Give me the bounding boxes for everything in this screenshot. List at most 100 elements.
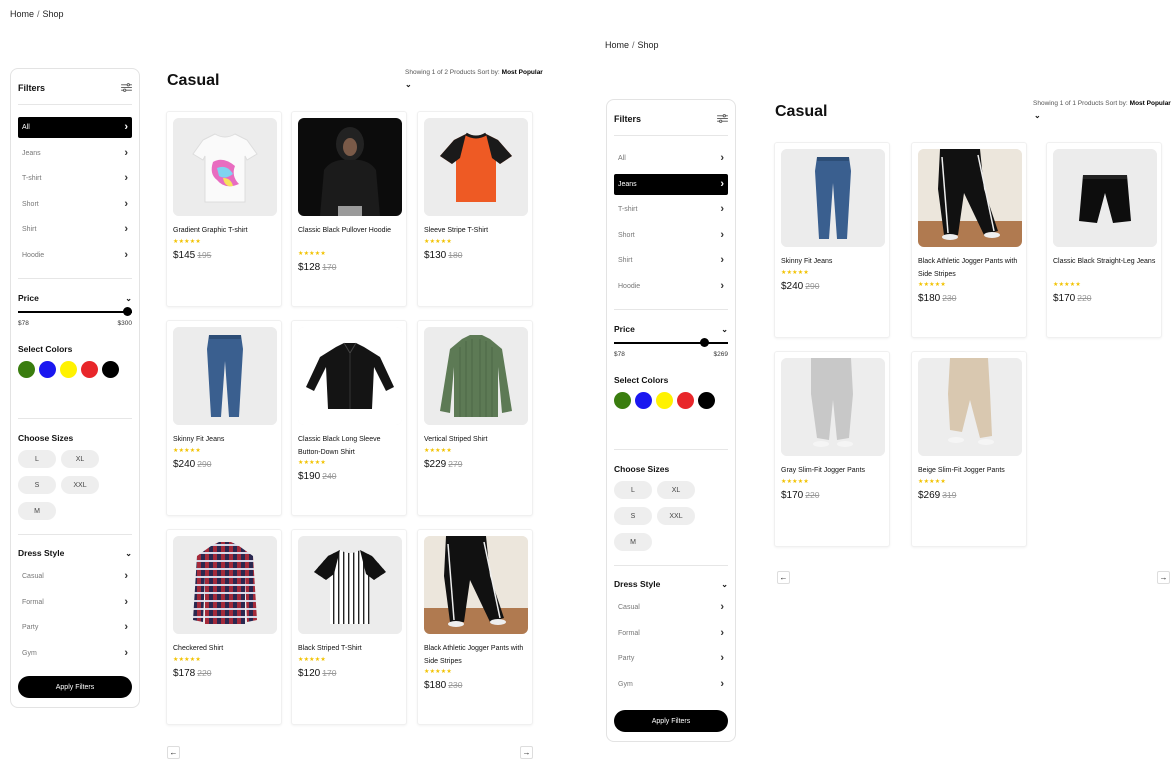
breadcrumb-shop[interactable]: Shop bbox=[638, 40, 659, 50]
dress-style-header[interactable]: Dress Style ⌄ bbox=[614, 577, 728, 591]
price-slider[interactable] bbox=[614, 338, 728, 348]
original-price: 220 bbox=[197, 668, 212, 678]
product-card[interactable]: Gray Slim-Fit Jogger Pants ★★★★★ $170 220 bbox=[774, 351, 890, 547]
size-option-s[interactable]: S bbox=[614, 507, 652, 525]
breadcrumb-home[interactable]: Home bbox=[10, 9, 34, 19]
size-option-xl[interactable]: XL bbox=[657, 481, 695, 499]
color-swatch[interactable] bbox=[60, 361, 77, 378]
product-card[interactable]: Skinny Fit Jeans ★★★★★ $240 290 bbox=[166, 320, 282, 516]
page-title: Casual bbox=[775, 103, 828, 120]
sort-value[interactable]: Most Popular bbox=[1130, 100, 1171, 107]
color-swatch[interactable] bbox=[81, 361, 98, 378]
dress-style-gym[interactable]: Gym › bbox=[614, 674, 728, 695]
results-count-text: Showing 1 of 1 Products Sort by: bbox=[1033, 100, 1128, 107]
size-option-m[interactable]: M bbox=[614, 533, 652, 551]
category-item-hoodie[interactable]: Hoodie › bbox=[18, 245, 132, 266]
category-item-shirt[interactable]: Shirt › bbox=[18, 219, 132, 240]
size-option-m[interactable]: M bbox=[18, 502, 56, 520]
product-card[interactable]: Skinny Fit Jeans ★★★★★ $240 290 bbox=[774, 142, 890, 338]
product-card[interactable]: Vertical Striped Shirt ★★★★★ $229 279 bbox=[417, 320, 533, 516]
category-item-hoodie[interactable]: Hoodie › bbox=[614, 276, 728, 297]
product-card[interactable]: Black Athletic Jogger Pants with Side St… bbox=[417, 529, 533, 725]
black-hoodie-image bbox=[298, 118, 402, 216]
price-slider[interactable] bbox=[18, 307, 132, 317]
dress-style-label: Party bbox=[22, 624, 39, 631]
color-swatch[interactable] bbox=[635, 392, 652, 409]
category-item-jeans[interactable]: Jeans › bbox=[18, 143, 132, 164]
product-price: $269 319 bbox=[918, 490, 956, 501]
dress-style-party[interactable]: Party › bbox=[614, 648, 728, 669]
color-swatch[interactable] bbox=[656, 392, 673, 409]
sort-value[interactable]: Most Popular bbox=[502, 69, 543, 76]
sort-dropdown-icon[interactable]: ⌄ bbox=[405, 80, 412, 89]
slider-thumb[interactable] bbox=[123, 307, 132, 316]
category-item-tshirt[interactable]: T-shirt › bbox=[614, 199, 728, 220]
category-item-all[interactable]: All › bbox=[614, 148, 728, 169]
price-section-header[interactable]: Price ⌄ bbox=[614, 322, 728, 336]
category-item-all[interactable]: All › bbox=[18, 117, 132, 138]
next-page-button[interactable]: → bbox=[1157, 571, 1170, 584]
color-swatch[interactable] bbox=[39, 361, 56, 378]
breadcrumb-shop[interactable]: Shop bbox=[43, 9, 64, 19]
black-joggers-image bbox=[424, 536, 528, 634]
product-name: Black Athletic Jogger Pants with Side St… bbox=[424, 645, 524, 665]
color-swatch[interactable] bbox=[698, 392, 715, 409]
product-card[interactable]: Black Athletic Jogger Pants with Side St… bbox=[911, 142, 1027, 338]
product-price: $170 220 bbox=[781, 490, 819, 501]
prev-page-button[interactable]: ← bbox=[777, 571, 790, 584]
original-price: 319 bbox=[942, 490, 957, 500]
product-card[interactable]: Checkered Shirt ★★★★★ $178 220 bbox=[166, 529, 282, 725]
price-max: $300 bbox=[117, 320, 132, 327]
category-label: Hoodie bbox=[618, 282, 641, 290]
prev-page-button[interactable]: ← bbox=[167, 746, 180, 759]
product-card[interactable]: Classic Black Straight-Leg Jeans ★★★★★ $17… bbox=[1046, 142, 1162, 338]
dress-style-formal[interactable]: Formal › bbox=[614, 623, 728, 644]
product-card[interactable]: Black Striped T-Shirt ★★★★★ $120 170 bbox=[291, 529, 407, 725]
color-swatch[interactable] bbox=[677, 392, 694, 409]
size-option-l[interactable]: L bbox=[18, 450, 56, 468]
product-name: Black Striped T-Shirt bbox=[298, 645, 362, 652]
price-section-header[interactable]: Price ⌄ bbox=[18, 291, 132, 305]
product-price: $180 230 bbox=[918, 293, 956, 304]
chevron-right-icon: › bbox=[720, 601, 724, 613]
chevron-right-icon: › bbox=[720, 652, 724, 664]
product-card[interactable]: Sleeve Stripe T-Shirt ★★★★★ $130 180 bbox=[417, 111, 533, 307]
dress-style-label: Formal bbox=[22, 598, 44, 606]
dress-style-gym[interactable]: Gym › bbox=[18, 643, 132, 664]
dress-style-casual[interactable]: Casual › bbox=[18, 566, 132, 587]
filter-settings-icon[interactable] bbox=[121, 79, 132, 97]
chevron-right-icon: › bbox=[124, 146, 128, 159]
category-item-short[interactable]: Short › bbox=[614, 225, 728, 246]
breadcrumb-home[interactable]: Home bbox=[605, 40, 629, 50]
product-card[interactable]: Beige Slim-Fit Jogger Pants ★★★★★ $269 319 bbox=[911, 351, 1027, 547]
color-swatch[interactable] bbox=[18, 361, 35, 378]
size-option-l[interactable]: L bbox=[614, 481, 652, 499]
dress-style-header[interactable]: Dress Style ⌄ bbox=[18, 546, 132, 560]
dress-style-formal[interactable]: Formal › bbox=[18, 592, 132, 613]
sort-dropdown-icon[interactable]: ⌄ bbox=[1034, 111, 1041, 120]
apply-filters-button[interactable]: Apply Filters bbox=[614, 710, 728, 732]
category-item-tshirt[interactable]: T-shirt › bbox=[18, 168, 132, 189]
chevron-down-icon: ⌄ bbox=[721, 579, 728, 589]
category-item-jeans[interactable]: Jeans › bbox=[614, 173, 728, 195]
color-swatch[interactable] bbox=[614, 392, 631, 409]
next-page-button[interactable]: → bbox=[520, 746, 533, 759]
size-option-xxl[interactable]: XXL bbox=[61, 476, 99, 494]
product-price: $170 220 bbox=[1053, 293, 1091, 304]
category-item-short[interactable]: Short › bbox=[18, 194, 132, 215]
color-swatch[interactable] bbox=[102, 361, 119, 378]
filter-settings-icon[interactable] bbox=[717, 110, 728, 128]
apply-filters-button[interactable]: Apply Filters bbox=[18, 676, 132, 698]
product-card[interactable]: Classic Black Pullover Hoodie ★★★★★ $128 17… bbox=[291, 111, 407, 307]
size-option-s[interactable]: S bbox=[18, 476, 56, 494]
size-option-xxl[interactable]: XXL bbox=[657, 507, 695, 525]
product-name: Checkered Shirt bbox=[173, 645, 224, 652]
slider-thumb[interactable] bbox=[699, 338, 709, 347]
product-card[interactable]: Gradient Graphic T-shirt ★★★★★ $145 195 bbox=[166, 111, 282, 307]
category-item-shirt[interactable]: Shirt › bbox=[614, 250, 728, 271]
dress-style-party[interactable]: Party › bbox=[18, 617, 132, 638]
dress-style-casual[interactable]: Casual › bbox=[614, 597, 728, 618]
size-option-xl[interactable]: XL bbox=[61, 450, 99, 468]
product-name: Skinny Fit Jeans bbox=[173, 436, 225, 443]
product-card[interactable]: Classic Black Long Sleeve Button-Down Sh… bbox=[291, 320, 407, 516]
